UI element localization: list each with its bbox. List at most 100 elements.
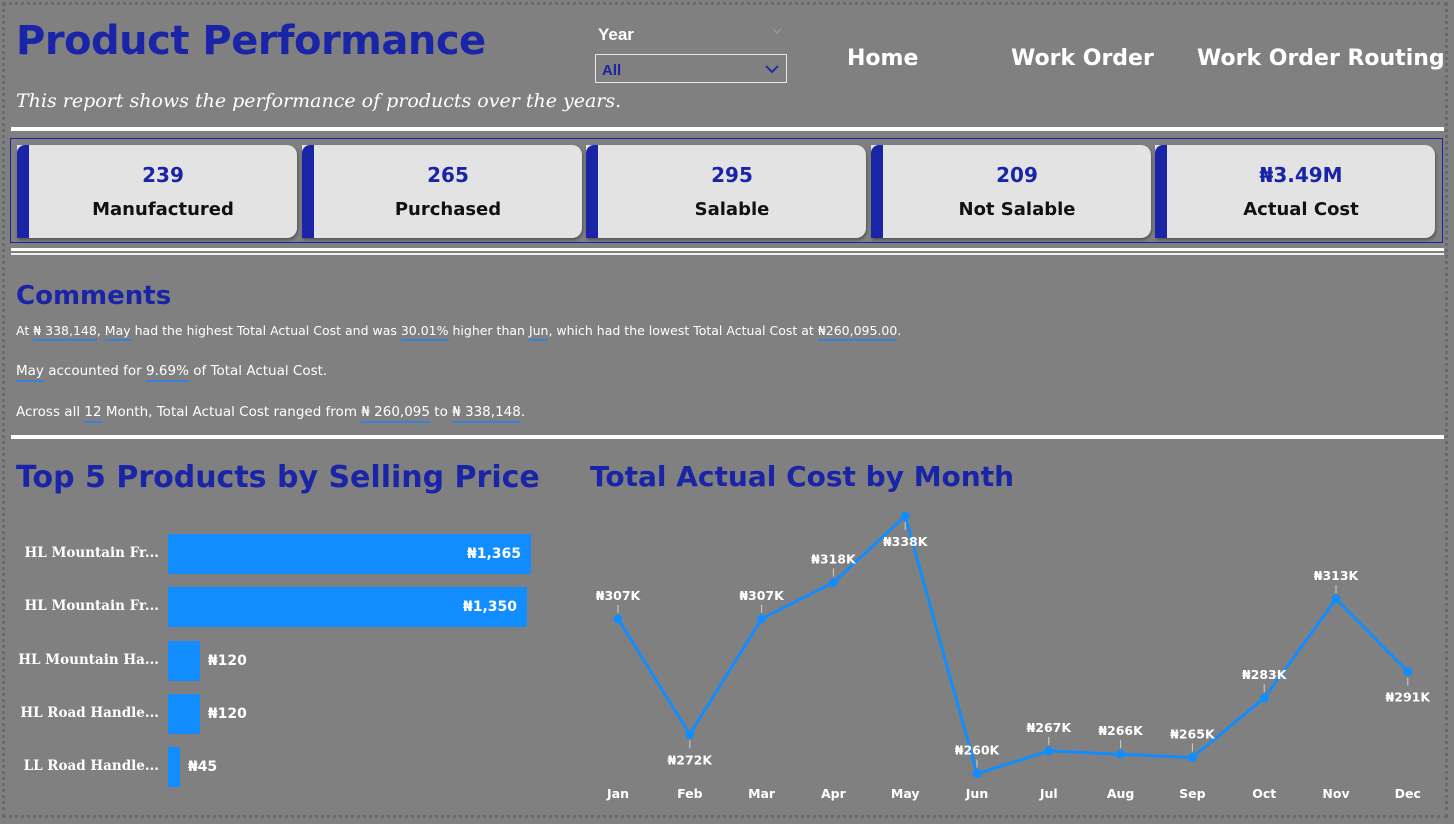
data-point[interactable]: [1331, 594, 1341, 604]
data-label: ₦266K: [1098, 723, 1144, 738]
x-tick-label: Oct: [1252, 786, 1276, 801]
data-label: ₦267K: [1027, 720, 1073, 735]
data-label: ₦265K: [1170, 726, 1216, 741]
x-tick-label: Nov: [1322, 786, 1349, 801]
comment-text: Month, Total Actual Cost ranged from: [101, 404, 362, 420]
chevron-down-icon: [772, 28, 782, 34]
x-tick-label: Jan: [606, 786, 629, 801]
nav-work-order-button[interactable]: Work Order: [1011, 46, 1154, 71]
bar-value-label: ₦1,350: [462, 599, 517, 616]
data-point[interactable]: [828, 578, 838, 588]
comment-text: accounted for: [43, 363, 147, 379]
year-filter-value: All: [602, 62, 622, 79]
kpi-accent: [17, 145, 29, 238]
comment-highlight[interactable]: ₦ 260,095: [361, 404, 430, 423]
x-tick-label: Jun: [965, 786, 988, 801]
divider: [11, 127, 1444, 131]
bar-value-label: ₦45: [187, 759, 218, 776]
comment-line-1: At ₦ 338,148, May had the highest Total …: [16, 323, 902, 341]
kpi-card-not-salable: 209 Not Salable: [871, 145, 1151, 238]
bar-value-label: ₦120: [207, 705, 247, 722]
x-tick-label: Dec: [1395, 786, 1421, 801]
kpi-accent: [586, 145, 598, 238]
kpi-value: 295: [711, 163, 753, 187]
kpi-label: Not Salable: [958, 199, 1076, 220]
bar-category-label: HL Mountain Ha...: [18, 651, 159, 668]
divider: [11, 248, 1444, 251]
data-label: ₦260K: [955, 743, 1001, 758]
comment-text: .: [897, 323, 902, 338]
comments-title: Comments: [16, 281, 172, 311]
kpi-value: ₦3.49M: [1259, 163, 1343, 187]
kpi-card-salable: 295 Salable: [586, 145, 866, 238]
bar[interactable]: [168, 747, 180, 788]
bar-category-label: LL Road Handle...: [23, 758, 159, 775]
data-label: ₦307K: [596, 588, 642, 603]
data-point[interactable]: [900, 511, 910, 521]
x-tick-label: Jul: [1039, 786, 1058, 801]
kpi-accent: [871, 145, 883, 238]
kpi-card-purchased: 265 Purchased: [302, 145, 582, 238]
data-label: ₦291K: [1386, 690, 1432, 705]
data-point[interactable]: [757, 614, 767, 624]
comment-highlight[interactable]: 12: [84, 404, 102, 423]
data-point[interactable]: [685, 729, 695, 739]
data-point[interactable]: [613, 614, 623, 624]
data-point[interactable]: [972, 769, 982, 779]
divider: [11, 435, 1444, 439]
year-filter-label: Year: [598, 25, 634, 44]
bar-category-label: HL Mountain Fr...: [24, 598, 159, 615]
data-point[interactable]: [1259, 693, 1269, 703]
data-point[interactable]: [1116, 749, 1126, 759]
x-tick-label: Aug: [1107, 786, 1135, 801]
x-tick-label: Apr: [821, 786, 847, 801]
comment-highlight[interactable]: ₦ 338,148: [452, 404, 521, 423]
comment-text: had the highest Total Actual Cost and wa…: [130, 323, 401, 338]
comment-text: Across all: [16, 404, 85, 420]
chevron-down-icon: [765, 65, 779, 74]
x-tick-label: Sep: [1179, 786, 1205, 801]
kpi-value: 209: [996, 163, 1038, 187]
kpi-label: Salable: [694, 199, 770, 220]
x-tick-label: Mar: [748, 786, 776, 801]
kpi-accent: [1155, 145, 1167, 238]
kpi-label: Manufactured: [92, 199, 234, 220]
comment-highlight[interactable]: May: [16, 363, 44, 382]
line-chart-title: Total Actual Cost by Month: [590, 460, 1015, 493]
comment-highlight[interactable]: Jun: [528, 323, 549, 341]
comment-text: higher than: [448, 323, 529, 338]
comment-highlight[interactable]: 30.01%: [400, 323, 449, 341]
bar-value-label: ₦120: [207, 652, 247, 669]
kpi-card-actual-cost: ₦3.49M Actual Cost: [1155, 145, 1435, 238]
kpi-value: 239: [142, 163, 184, 187]
data-label: ₦313K: [1314, 568, 1360, 583]
x-tick-label: May: [891, 786, 920, 801]
comment-line-3: Across all 12 Month, Total Actual Cost r…: [16, 404, 525, 423]
nav-home-button[interactable]: Home: [847, 46, 918, 71]
bar-category-label: HL Mountain Fr...: [24, 545, 159, 561]
comment-highlight[interactable]: 9.69%: [146, 363, 189, 382]
comment-highlight[interactable]: ₦260,095.00: [817, 323, 898, 341]
bar[interactable]: [168, 693, 200, 734]
data-point[interactable]: [1187, 752, 1197, 762]
bar-category-label: HL Road Handle...: [20, 704, 159, 721]
comment-text: , which had the lowest Total Actual Cost…: [548, 323, 818, 338]
comment-text: to: [429, 404, 453, 420]
data-label: ₦272K: [668, 752, 714, 767]
comment-text: of Total Actual Cost.: [188, 363, 328, 379]
comment-text: ,: [96, 323, 105, 338]
data-label: ₦283K: [1242, 667, 1288, 682]
nav-work-order-routing-button[interactable]: Work Order Routing: [1197, 46, 1445, 71]
comment-highlight[interactable]: May: [104, 323, 131, 341]
data-label: ₦307K: [739, 588, 785, 603]
comment-text: At: [16, 323, 34, 338]
year-filter-dropdown[interactable]: All: [595, 54, 787, 83]
bar[interactable]: [168, 640, 200, 681]
kpi-accent: [302, 145, 314, 238]
page-subtitle: This report shows the performance of pro…: [16, 90, 622, 112]
comment-highlight[interactable]: ₦ 338,148: [33, 323, 97, 341]
data-point[interactable]: [1044, 746, 1054, 756]
series-line: [616, 514, 1409, 776]
data-point[interactable]: [1403, 667, 1413, 677]
bar-value-label: ₦1,365: [466, 546, 521, 562]
